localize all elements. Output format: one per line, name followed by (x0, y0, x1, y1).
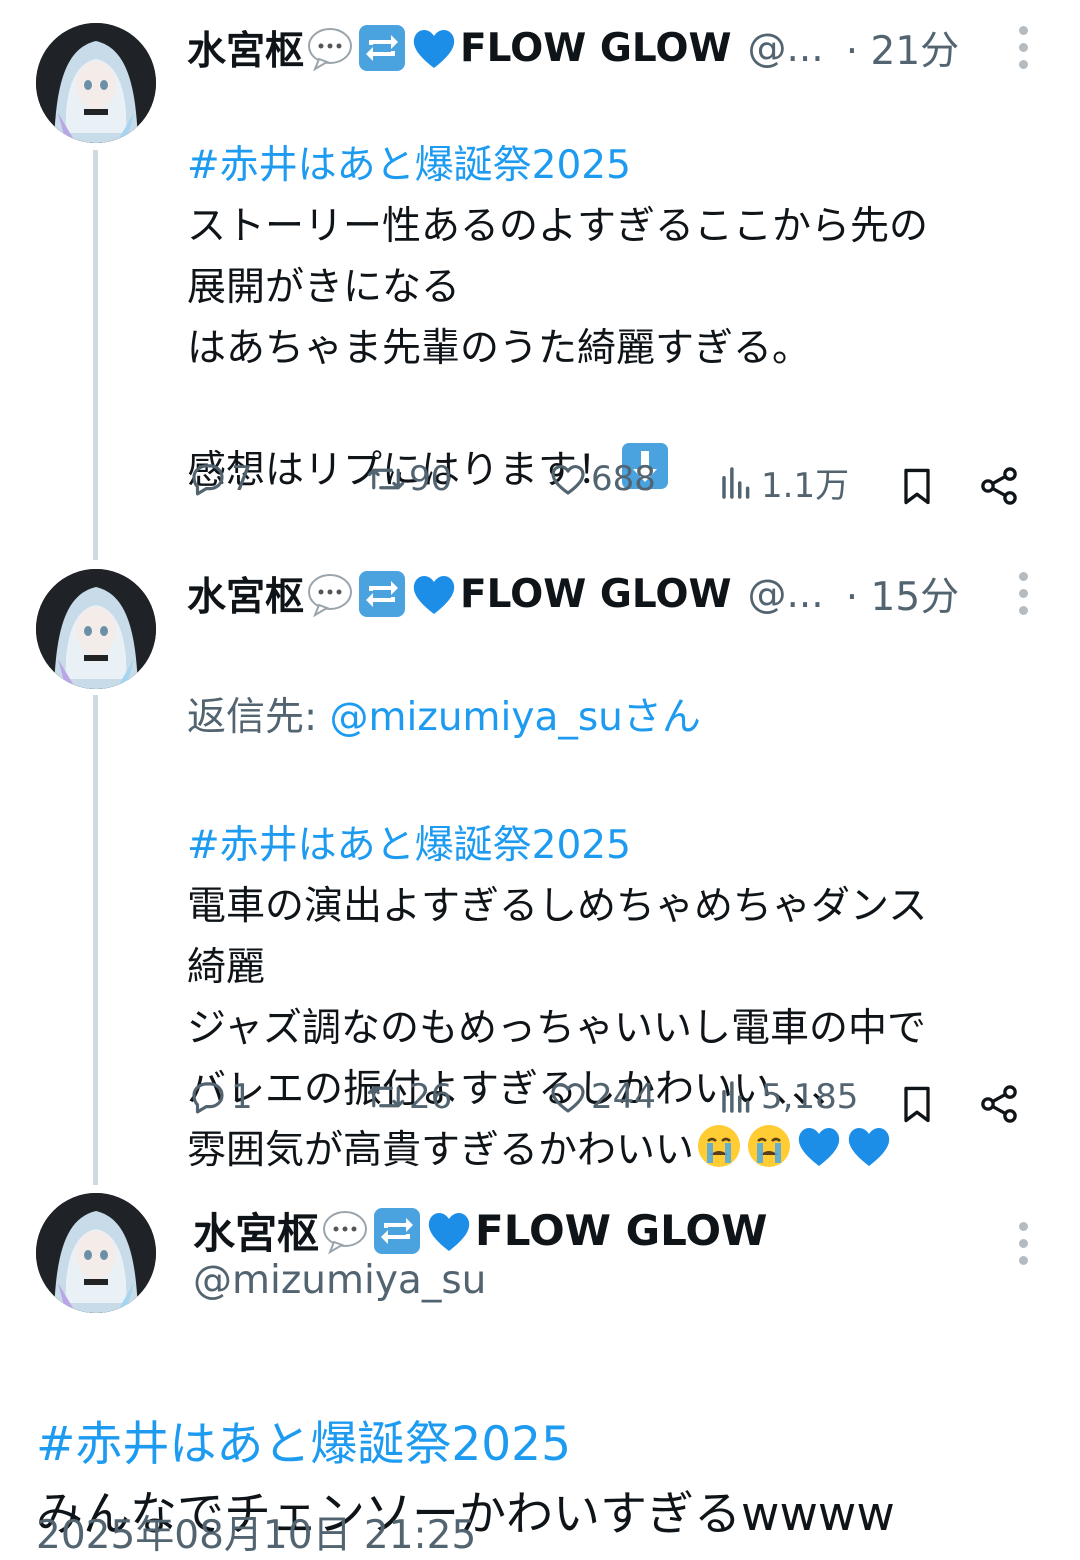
like-button[interactable]: 244 (547, 1076, 656, 1118)
speech-bubble-icon (308, 28, 353, 72)
tweet-time[interactable]: · 21分 (846, 20, 959, 76)
tweet-timestamp[interactable]: 2025年08月10日 21:25 (36, 1504, 476, 1560)
like-button[interactable]: 688 (547, 458, 656, 500)
share-icon[interactable] (977, 1082, 1021, 1126)
tweet-actions: 7 90 688 1.1万 (187, 458, 1037, 518)
avatar[interactable] (36, 23, 156, 143)
reply-button[interactable]: 1 (187, 1076, 253, 1118)
bookmark-icon[interactable] (895, 464, 939, 508)
reply-count: 1 (231, 1077, 253, 1117)
reply-icon (192, 1082, 224, 1114)
views-button[interactable]: 1.1万 (717, 458, 849, 507)
hashtag-link[interactable]: #赤井はあと爆誕祭2025 (36, 1410, 895, 1480)
retweet-icon (367, 468, 405, 490)
user-handle[interactable]: @... (748, 572, 824, 617)
reply-to-user-link[interactable]: @mizumiya_suさん (330, 695, 701, 740)
avatar[interactable] (36, 569, 156, 689)
hashtag-link[interactable]: #赤井はあと爆誕祭2025 (187, 815, 927, 876)
retweet-icon (367, 1086, 405, 1108)
more-options-icon[interactable] (1016, 1222, 1030, 1266)
bar-chart-icon (722, 1081, 750, 1113)
views-count: 5,185 (761, 1077, 859, 1117)
retweet-button[interactable]: 26 (365, 1076, 452, 1118)
blue-heart-icon (413, 30, 455, 68)
display-name-suffix[interactable]: FLOW GLOW (460, 26, 732, 71)
retweet-button[interactable]: 90 (365, 458, 452, 500)
tweet-time[interactable]: · 15分 (846, 566, 959, 622)
more-options-icon[interactable] (1016, 26, 1030, 70)
display-name-suffix[interactable]: FLOW GLOW (475, 1206, 767, 1255)
speech-bubble-icon (323, 1210, 368, 1254)
views-count: 1.1万 (761, 466, 850, 506)
bar-chart-icon (722, 466, 750, 499)
display-name-row[interactable]: 水宮枢 FLOW GLOW (193, 1200, 767, 1261)
blue-heart-icon (413, 576, 455, 614)
repeat-icon (359, 25, 406, 71)
speech-bubble-icon (308, 574, 353, 618)
reply-icon (192, 464, 224, 496)
repeat-icon (359, 571, 406, 617)
retweet-count: 90 (409, 459, 453, 499)
hashtag-link[interactable]: #赤井はあと爆誕祭2025 (187, 135, 928, 196)
share-icon[interactable] (977, 464, 1021, 508)
views-button[interactable]: 5,185 (717, 1076, 858, 1118)
display-name[interactable]: 水宮枢 (193, 1200, 319, 1261)
like-count: 244 (591, 1077, 656, 1117)
avatar[interactable] (36, 1193, 156, 1313)
heart-icon (551, 1083, 585, 1113)
tweet-actions: 1 26 244 5,185 (187, 1076, 1037, 1136)
blue-heart-icon (428, 1212, 470, 1251)
reply-to-label: 返信先: (187, 695, 330, 740)
reply-count: 7 (231, 459, 253, 499)
display-name[interactable]: 水宮枢 (187, 566, 304, 622)
heart-icon (551, 465, 585, 495)
thread-line (93, 150, 98, 560)
tweet-header: 水宮枢 FLOW GLOW @... · 15分 (187, 564, 959, 624)
reply-button[interactable]: 7 (187, 458, 253, 500)
user-handle[interactable]: @... (748, 26, 824, 71)
like-count: 688 (591, 459, 656, 499)
tweet-body: #赤井はあと爆誕祭2025 ストーリー性あるのよすぎるここから先の 展開がきになる… (187, 74, 928, 501)
bookmark-icon[interactable] (895, 1082, 939, 1126)
thread-line (93, 695, 98, 1185)
reply-to-line: 返信先: @mizumiya_suさん (187, 687, 927, 748)
user-handle[interactable]: @mizumiya_su (193, 1258, 486, 1303)
retweet-count: 26 (409, 1077, 453, 1117)
display-name[interactable]: 水宮枢 (187, 20, 304, 76)
display-name-suffix[interactable]: FLOW GLOW (460, 572, 732, 617)
repeat-icon (374, 1207, 421, 1254)
more-options-icon[interactable] (1016, 572, 1030, 616)
tweet-text: ストーリー性あるのよすぎるここから先の 展開がきになる はあちゃま先輩のうた綺麗… (187, 204, 929, 493)
tweet-header: 水宮枢 FLOW GLOW @... · 21分 (187, 18, 959, 78)
